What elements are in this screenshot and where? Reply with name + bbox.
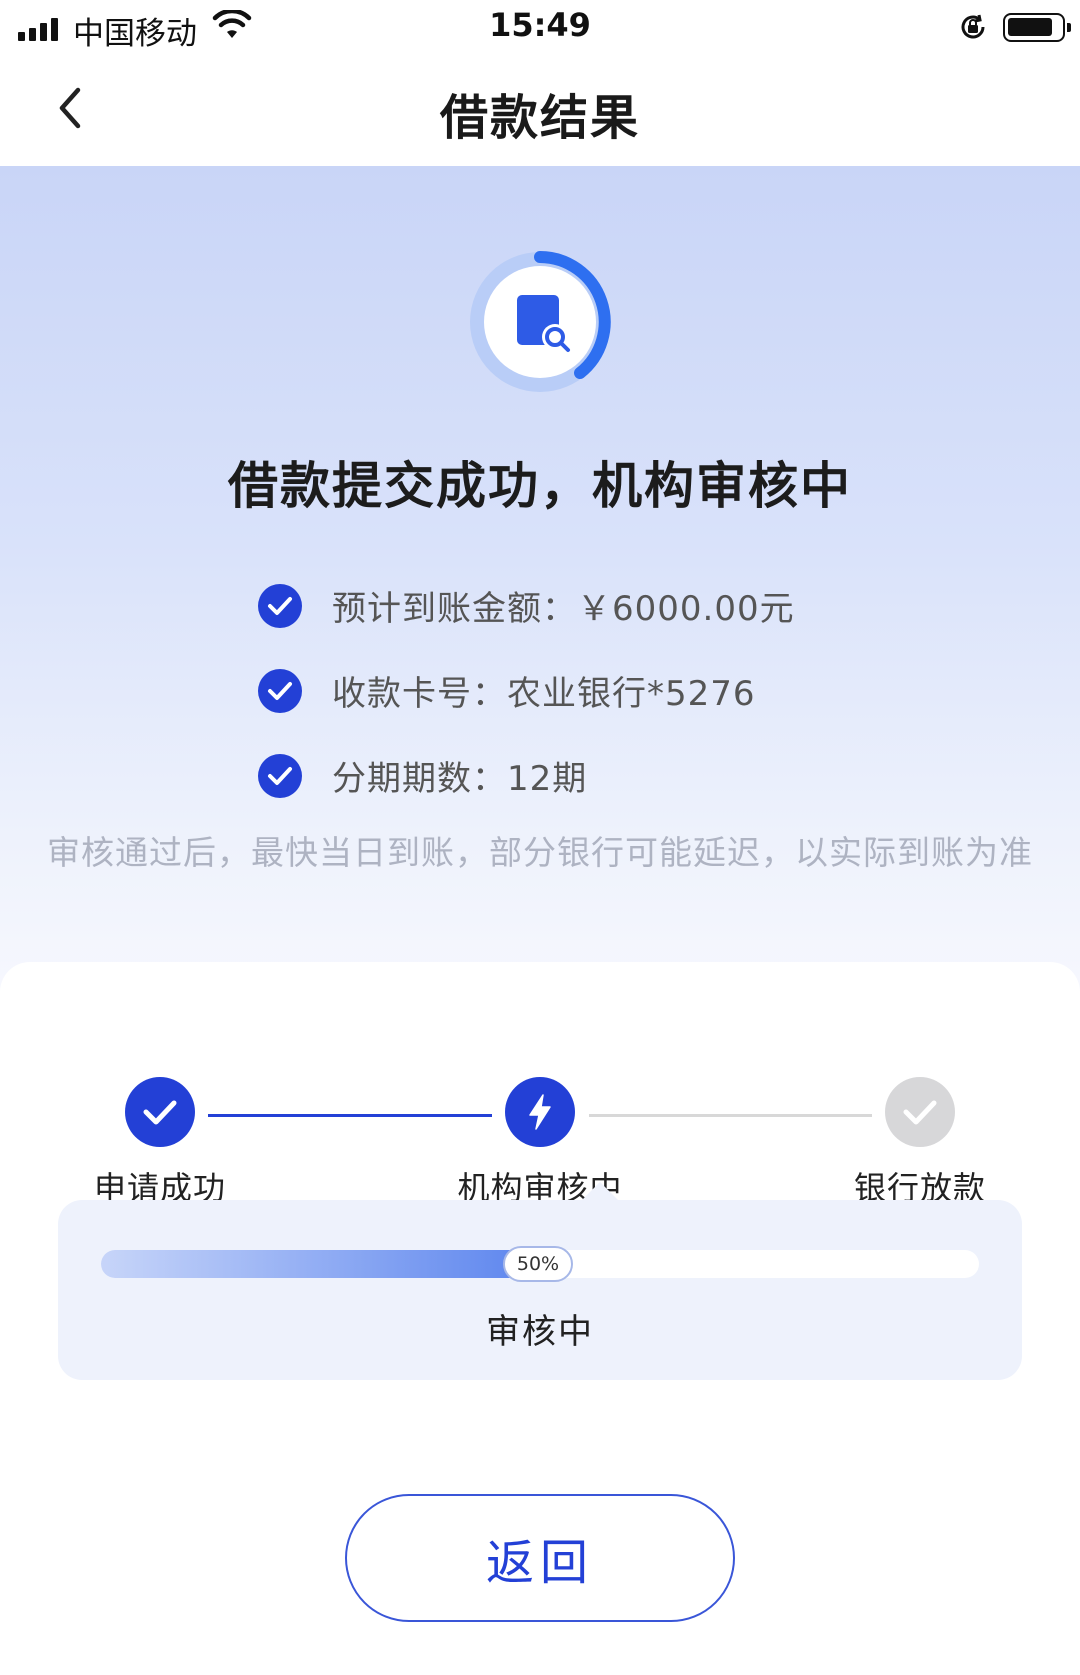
document-search-icon (470, 251, 611, 392)
page-title: 借款结果 (439, 90, 640, 146)
info-item-amount: 预计到账金额：￥6000.00元 (258, 563, 795, 648)
progress-status: 审核中 (486, 1312, 594, 1352)
info-item-term: 分期期数：12期 (258, 733, 795, 818)
result-hero: 借款提交成功，机构审核中 预计到账金额：￥6000.00元 收款卡号：农业银行*… (0, 166, 1080, 1006)
battery-icon (1003, 13, 1071, 42)
nav-bar: 借款结果 (0, 56, 1080, 166)
check-icon (885, 1077, 955, 1147)
info-item-card: 收款卡号：农业银行*5276 (258, 648, 795, 733)
info-text: 分期期数：12期 (332, 759, 588, 799)
progress-percent-badge: 50% (503, 1246, 573, 1282)
loan-info-list: 预计到账金额：￥6000.00元 收款卡号：农业银行*5276 分期期数：12期 (258, 563, 795, 818)
step-apply-success: 申请成功 (60, 1077, 260, 1209)
progress-steps: 申请成功 机构审核中 银行放款 (0, 1022, 1080, 1207)
return-button[interactable]: 返回 (345, 1494, 735, 1622)
review-progress-panel: 50% 审核中 (58, 1182, 1022, 1380)
lightning-icon (505, 1077, 575, 1147)
info-text: 预计到账金额：￥6000.00元 (332, 589, 795, 629)
check-icon (125, 1077, 195, 1147)
check-icon (258, 753, 302, 798)
status-bar: 中国移动 15:49 (0, 0, 1080, 56)
info-text: 收款卡号：农业银行*5276 (332, 674, 756, 714)
arrival-note: 审核通过后，最快当日到账，部分银行可能延迟，以实际到账为准 (47, 833, 1033, 872)
clock: 15:49 (489, 6, 591, 44)
result-title: 借款提交成功，机构审核中 (228, 457, 852, 515)
rotation-lock-icon (961, 14, 985, 39)
step-bank-disbursement: 银行放款 (820, 1077, 1020, 1209)
progress-bar: 50% (101, 1246, 979, 1282)
progress-card: 申请成功 机构审核中 银行放款 50% 审核中 返回 (0, 962, 1080, 1675)
progress-fill (101, 1250, 538, 1278)
check-icon (258, 668, 302, 713)
check-icon (258, 583, 302, 628)
